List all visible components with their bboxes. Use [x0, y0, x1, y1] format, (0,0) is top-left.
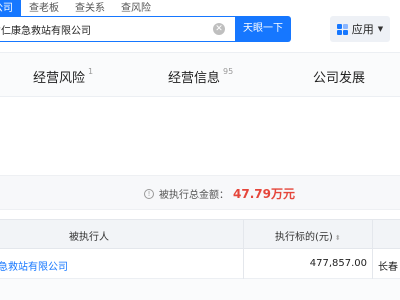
column-divider	[372, 220, 373, 250]
tab-company[interactable]: 公司	[0, 0, 21, 16]
section-nav: 经营风险 1 经营信息 95 公司发展	[0, 52, 400, 97]
app-grid-icon	[336, 23, 348, 35]
search-type-tabs: 公司 查老板 查关系 查风险	[0, 0, 159, 16]
executed-total-value: 47.79万元	[233, 187, 295, 201]
table-row: 急救站有限公司 477,857.00 长春	[0, 249, 400, 279]
nav-item-count: 95	[223, 67, 234, 76]
chevron-down-icon: ▼	[377, 25, 384, 33]
sort-icon[interactable]: ⬍	[335, 234, 341, 242]
nav-item-business-info[interactable]: 经营信息 95	[168, 67, 233, 86]
nav-item-business-risk[interactable]: 经营风险 1	[33, 67, 93, 86]
app-menu-button[interactable]: 应用 ▼	[330, 16, 390, 42]
nav-item-label: 公司发展	[313, 71, 366, 86]
executed-total-label: 被执行总金额：	[159, 190, 229, 201]
table-header: 被执行人 执行标的(元) ⬍	[0, 219, 400, 250]
search-button[interactable]: 天眼一下	[235, 16, 291, 42]
table-footer-space	[0, 279, 400, 300]
search-box: ✕	[0, 16, 235, 42]
column-header-amount[interactable]: 执行标的(元) ⬍	[275, 228, 341, 243]
tab-risk[interactable]: 查风险	[113, 0, 159, 16]
executed-total-banner: ! 被执行总金额： 47.79万元	[0, 175, 400, 210]
nav-item-label: 经营风险	[33, 71, 86, 86]
nav-item-company-development[interactable]: 公司发展	[313, 67, 365, 86]
execution-amount: 477,857.00	[309, 258, 367, 269]
execution-court: 长春	[378, 262, 398, 273]
column-divider	[372, 249, 373, 279]
nav-item-label: 经营信息	[168, 71, 221, 86]
search-input[interactable]	[0, 21, 209, 37]
column-divider	[243, 220, 244, 250]
content-area	[0, 97, 400, 175]
clear-icon[interactable]: ✕	[213, 23, 225, 35]
column-header-executed-person: 被执行人	[69, 232, 109, 243]
tab-relation[interactable]: 查关系	[67, 0, 113, 16]
executed-person-link[interactable]: 急救站有限公司	[0, 258, 68, 273]
app-menu-label: 应用	[351, 23, 374, 36]
executed-persons-table: 被执行人 执行标的(元) ⬍ 急救站有限公司 477,857.00 长春	[0, 219, 400, 300]
column-header-label: 执行标的(元)	[275, 232, 333, 243]
column-divider	[243, 249, 244, 279]
executed-total: ! 被执行总金额： 47.79万元	[144, 185, 295, 202]
tab-boss[interactable]: 查老板	[21, 0, 67, 16]
search-bar: 公司 查老板 查关系 查风险 ✕ 天眼一下 应用 ▼	[0, 0, 400, 52]
page: 公司 查老板 查关系 查风险 ✕ 天眼一下 应用 ▼ 经营风险1 经营信息95 …	[0, 0, 400, 300]
info-icon: !	[144, 188, 154, 199]
nav-item-count: 1	[88, 67, 94, 76]
